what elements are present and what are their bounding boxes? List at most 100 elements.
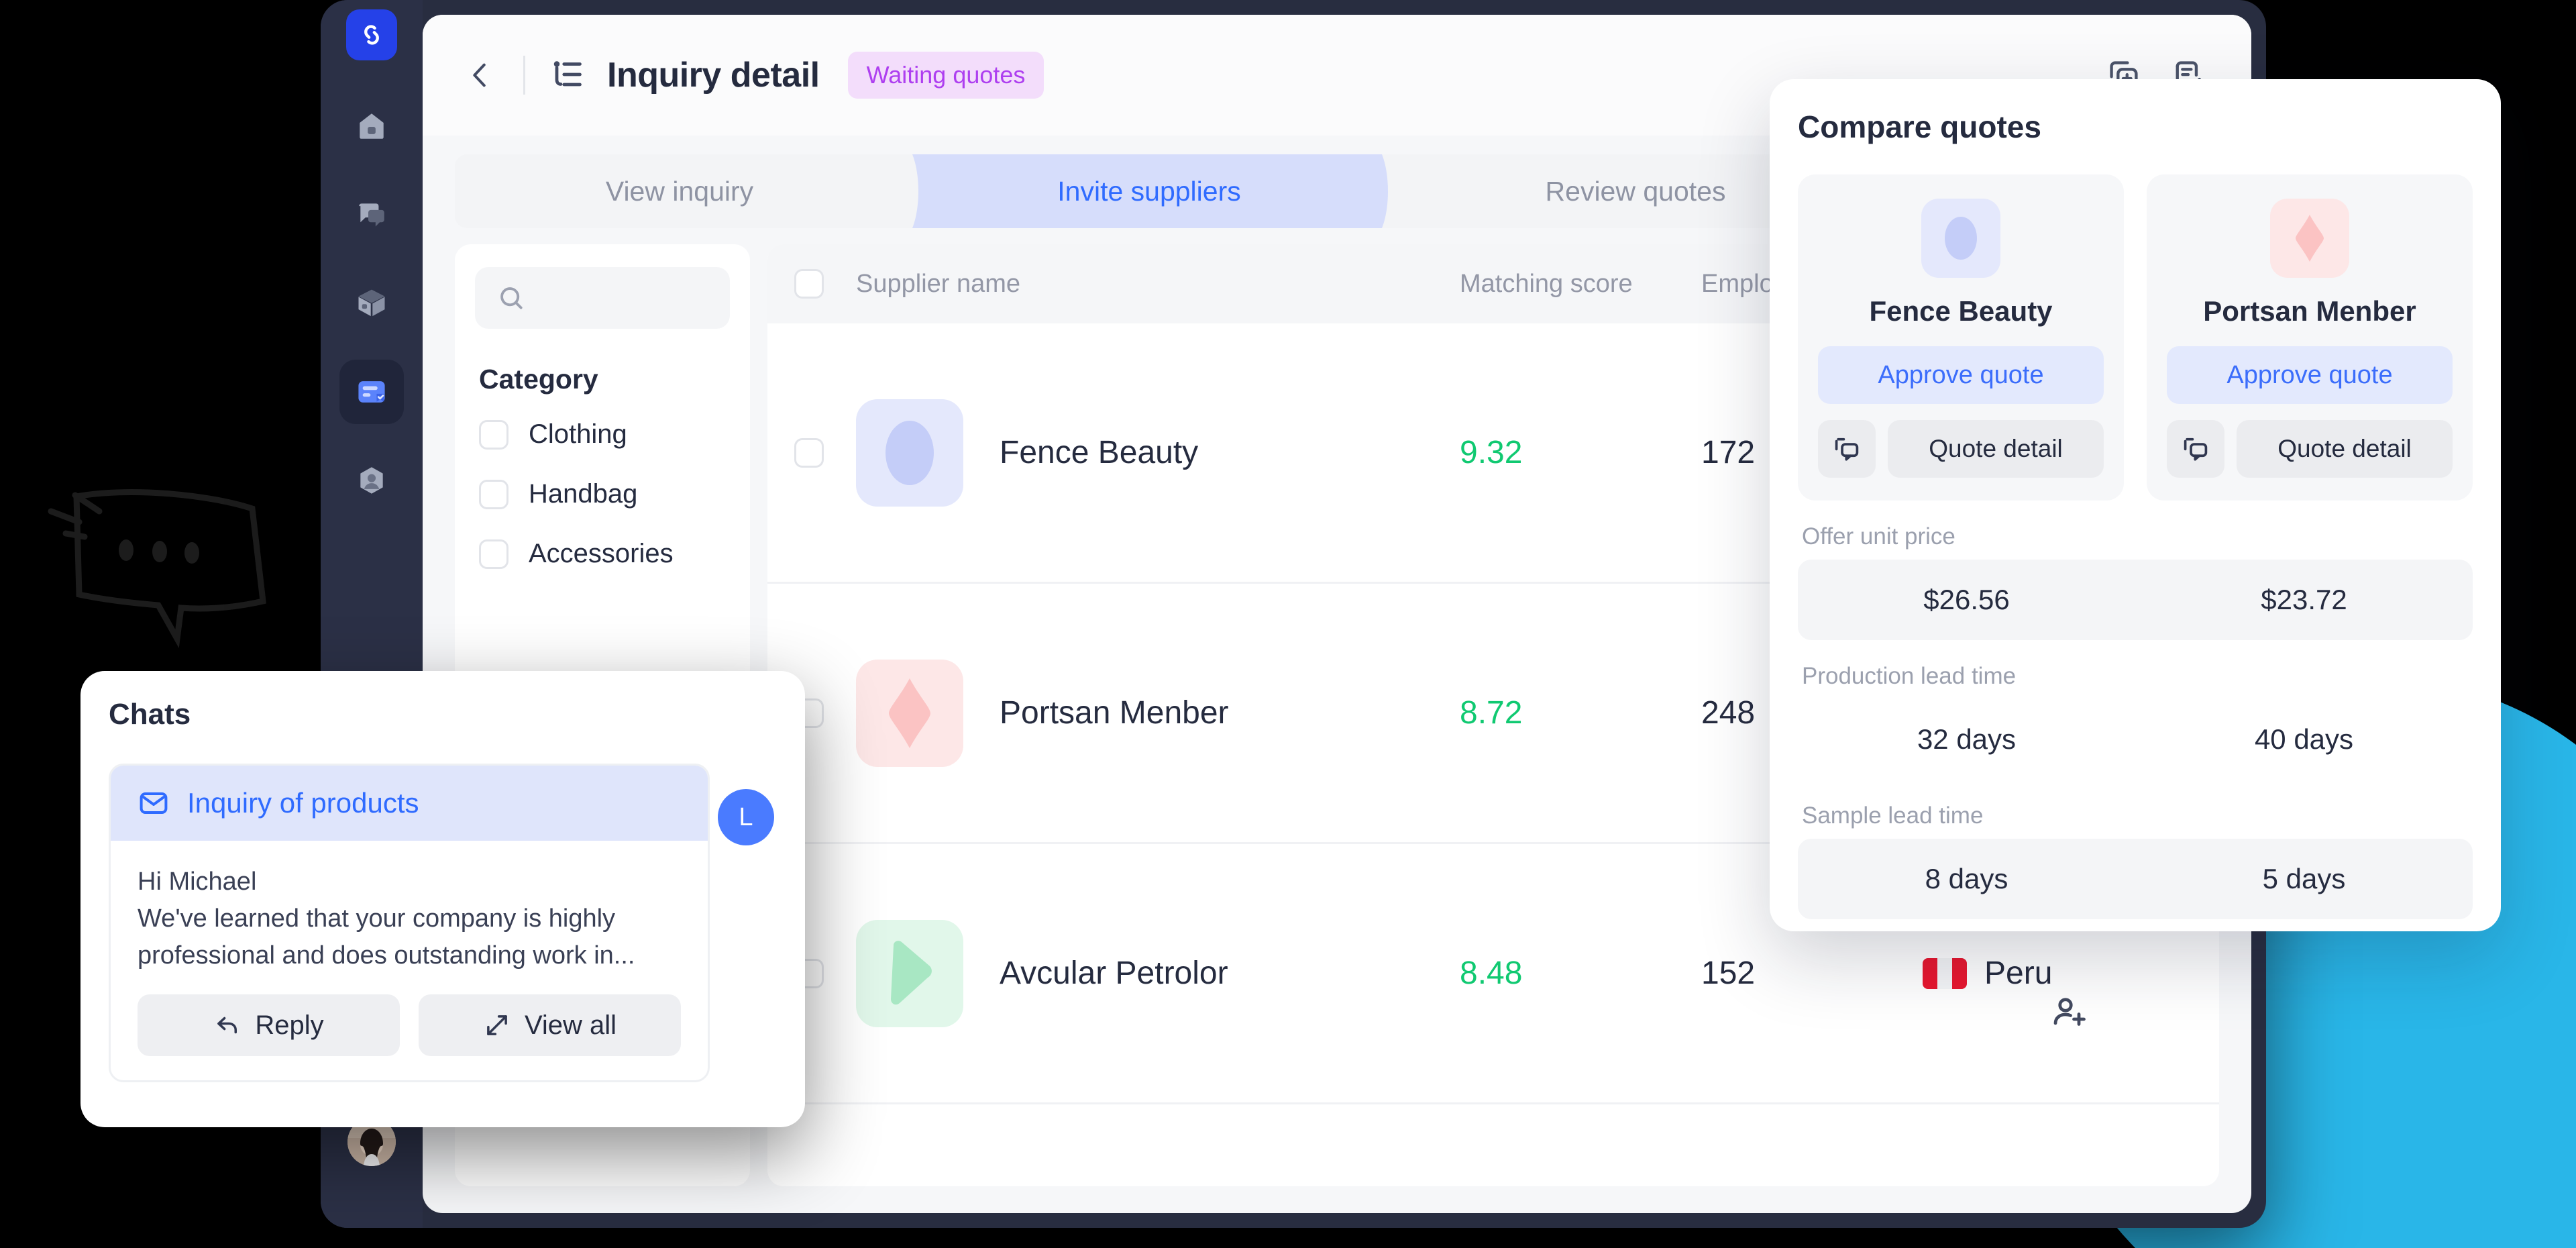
tab-view-inquiry[interactable]: View inquiry	[455, 154, 918, 228]
reply-arrow-icon	[217, 1017, 237, 1034]
filter-handbag[interactable]: Handbag	[475, 479, 730, 509]
user-profile-icon	[360, 467, 383, 494]
checkbox[interactable]	[479, 479, 508, 509]
employee-count: 172	[1701, 435, 1756, 470]
quote-cards-row: Fence Beauty Approve quote Quote detail	[1798, 174, 2473, 501]
diamond-logo-icon	[889, 678, 930, 748]
ellipse-logo-icon	[1945, 217, 1977, 260]
supplier-name: Fence Beauty	[1000, 435, 1199, 470]
sidebar-item-inquiries[interactable]	[339, 360, 404, 424]
tab-invite-suppliers[interactable]: Invite suppliers	[908, 154, 1388, 228]
quote-supplier-logo	[2270, 199, 2349, 278]
supplier-logo	[856, 659, 963, 767]
tab-label: View inquiry	[605, 175, 754, 207]
speech-bubble-doodle-icon	[48, 489, 266, 649]
diamond-logo-icon	[2296, 215, 2324, 262]
app-logo[interactable]	[346, 9, 397, 60]
sidebar-item-account[interactable]	[339, 448, 404, 513]
employee-count: 248	[1701, 695, 1756, 731]
inquiry-document-icon	[358, 381, 385, 403]
chat-bubbles-icon	[359, 203, 384, 227]
quote-supplier-name: Portsan Menber	[2203, 295, 2416, 327]
search-input[interactable]	[475, 267, 730, 329]
checkbox[interactable]	[479, 419, 508, 450]
spec-row-sample-lead-time: 8 days 5 days	[1798, 839, 2473, 919]
chat-actions: Reply View all	[138, 994, 681, 1057]
filter-label: Handbag	[529, 479, 638, 509]
chat-subject: Inquiry of products	[187, 787, 419, 819]
page-title: Inquiry detail	[607, 56, 820, 95]
chats-panel: Chats L Inquiry of products Hi Michael W…	[80, 671, 805, 1127]
reply-button[interactable]: Reply	[138, 994, 400, 1057]
quote-supplier-name: Fence Beauty	[1869, 295, 2053, 327]
tab-label: Invite suppliers	[1057, 175, 1241, 207]
spec-value: 8 days	[1925, 863, 2008, 894]
sidebar-item-home[interactable]	[339, 94, 404, 158]
chat-contact-avatar[interactable]: L	[718, 789, 774, 845]
employee-cell: 152	[1701, 955, 1923, 992]
chat-quote-icon	[1835, 437, 1859, 461]
sidebar-item-products[interactable]	[339, 271, 404, 335]
quote-card: Portsan Menber Approve quote Quote detai…	[2147, 174, 2473, 501]
row-select-cell[interactable]	[794, 437, 856, 468]
category-heading: Category	[479, 364, 598, 395]
quote-card: Fence Beauty Approve quote Quote detail	[1798, 174, 2124, 501]
quote-supplier-logo	[1921, 199, 2000, 278]
column-header-score[interactable]: Matching score	[1460, 270, 1701, 299]
checkbox[interactable]	[479, 539, 508, 569]
select-all-cell[interactable]	[794, 269, 856, 299]
supplier-cell: Portsan Menber	[856, 659, 1460, 767]
chat-subject-bar: Inquiry of products	[111, 766, 708, 841]
compare-quotes-panel: Compare quotes Fence Beauty Approve quot…	[1770, 79, 2501, 931]
supplier-name: Avcular Petrolor	[1000, 955, 1228, 991]
chat-quote-button[interactable]	[1818, 420, 1876, 478]
select-all-checkbox[interactable]	[794, 269, 824, 299]
spec-value: $23.72	[2261, 584, 2347, 615]
quote-detail-button[interactable]: Quote detail	[1888, 420, 2104, 478]
screenshot-stage: Inquiry detail Waiting quotes View inqui…	[0, 0, 2576, 1248]
chat-quote-icon	[2184, 437, 2208, 461]
matching-score: 8.72	[1460, 695, 1523, 731]
spec-value: $26.56	[1923, 584, 2010, 615]
filter-accessories[interactable]: Accessories	[475, 539, 730, 569]
link-loop-logo-icon	[364, 25, 379, 45]
spec-row-offer-unit-price: $26.56 $23.72	[1798, 560, 2473, 640]
home-icon	[360, 113, 384, 139]
reply-label: Reply	[255, 1010, 324, 1040]
chat-list-item[interactable]: Inquiry of products Hi Michael We've lea…	[109, 764, 710, 1083]
sidebar-item-chat[interactable]	[339, 183, 404, 247]
score-cell: 8.72	[1460, 694, 1701, 731]
list-tree-icon	[548, 55, 588, 95]
ellipse-logo-icon	[885, 420, 934, 485]
compare-quotes-title: Compare quotes	[1798, 109, 2041, 144]
add-person-icon	[2053, 998, 2086, 1026]
filter-clothing[interactable]: Clothing	[475, 419, 730, 450]
filter-label: Accessories	[529, 539, 674, 568]
invite-supplier-button[interactable]	[2049, 993, 2090, 1037]
approve-quote-button[interactable]: Approve quote	[2167, 346, 2453, 404]
filter-label: Clothing	[529, 419, 627, 449]
spec-value: 40 days	[2254, 723, 2354, 755]
chat-quote-button[interactable]	[2167, 420, 2224, 478]
country-cell: Peru	[1923, 955, 2211, 992]
quote-detail-button[interactable]: Quote detail	[2237, 420, 2453, 478]
chats-title: Chats	[109, 698, 191, 731]
row-checkbox[interactable]	[794, 437, 824, 468]
view-all-label: View all	[524, 1010, 617, 1040]
supplier-cell: Fence Beauty	[856, 399, 1460, 507]
approve-quote-button[interactable]: Approve quote	[1818, 346, 2104, 404]
triangle-logo-icon	[891, 940, 932, 1004]
matching-score: 9.32	[1460, 435, 1523, 470]
tab-label: Review quotes	[1545, 175, 1726, 207]
back-button[interactable]	[460, 55, 500, 95]
employee-count: 152	[1701, 955, 1756, 991]
spec-label-offer-unit-price: Offer unit price	[1802, 523, 1955, 550]
chat-preview-body: Hi Michael We've learned that your compa…	[111, 841, 708, 1080]
column-header-supplier[interactable]: Supplier name	[856, 270, 1460, 299]
cube-box-icon	[358, 289, 385, 317]
expand-arrows-icon	[487, 1015, 507, 1036]
view-all-button[interactable]: View all	[419, 994, 681, 1057]
spec-value: 32 days	[1917, 723, 2017, 755]
quote-action-row: Quote detail	[1818, 420, 2104, 478]
spec-label-sample-lead-time: Sample lead time	[1802, 802, 1984, 829]
